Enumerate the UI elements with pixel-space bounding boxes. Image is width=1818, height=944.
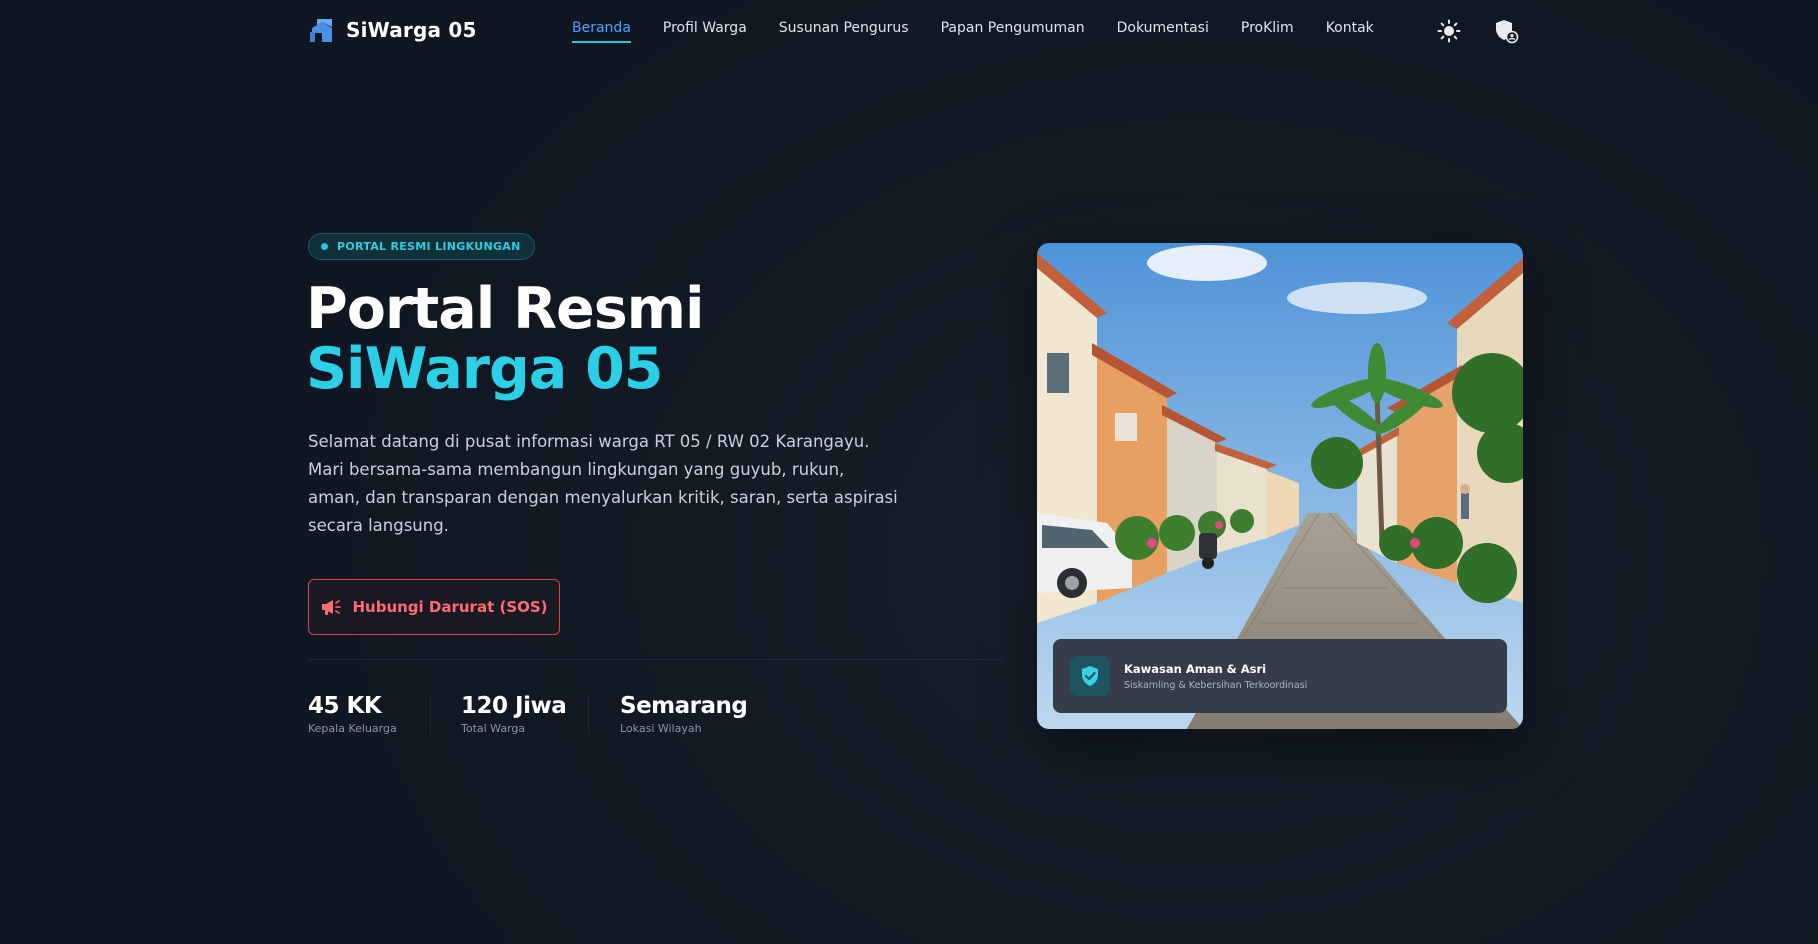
nav-link-papan-pengumuman[interactable]: Papan Pengumuman <box>941 20 1085 43</box>
brand-logo[interactable]: SiWarga 05 <box>308 16 477 44</box>
shield-user-icon[interactable] <box>1493 18 1519 44</box>
hero-description: Selamat datang di pusat informasi warga … <box>308 432 898 535</box>
nav-link-kontak[interactable]: Kontak <box>1326 20 1374 43</box>
stat-value: 45 KK <box>308 693 382 719</box>
sun-icon[interactable] <box>1436 18 1462 44</box>
nav-link-profil-warga[interactable]: Profil Warga <box>663 20 747 43</box>
stat-value: Semarang <box>620 693 748 719</box>
stat-separator <box>588 695 589 735</box>
main-menu: Beranda Profil Warga Susunan Pengurus Pa… <box>572 20 1374 43</box>
stat-value: 120 Jiwa <box>461 693 567 719</box>
stats-divider <box>308 659 1004 660</box>
top-navbar: SiWarga 05 Beranda Profil Warga Susunan … <box>0 0 1818 62</box>
info-card-title: Kawasan Aman & Asri <box>1124 661 1267 676</box>
stat-lokasi-wilayah: Semarang Lokasi Wilayah <box>620 693 748 735</box>
stat-label: Lokasi Wilayah <box>620 722 702 735</box>
house-logo-icon <box>310 19 332 42</box>
sos-button-label: Hubungi Darurat (SOS) <box>352 598 548 616</box>
shield-check-icon <box>1070 656 1110 696</box>
badge-label: PORTAL RESMI LINGKUNGAN <box>337 240 521 253</box>
stat-total-warga: 120 Jiwa Total Warga <box>461 693 567 735</box>
badge-dot-icon <box>321 243 328 250</box>
stat-separator <box>430 695 431 735</box>
info-card: Kawasan Aman & Asri Siskamling & Kebersi… <box>1053 639 1507 713</box>
nav-link-dokumentasi[interactable]: Dokumentasi <box>1117 20 1209 43</box>
info-card-subtitle: Siskamling & Kebersihan Terkoordinasi <box>1124 679 1308 691</box>
megaphone-icon <box>322 600 342 615</box>
sos-button[interactable]: Hubungi Darurat (SOS) <box>308 579 560 635</box>
stat-label: Kepala Keluarga <box>308 722 397 735</box>
nav-link-susunan-pengurus[interactable]: Susunan Pengurus <box>779 20 909 43</box>
nav-link-beranda[interactable]: Beranda <box>572 20 631 43</box>
stat-label: Total Warga <box>461 722 526 735</box>
hero-title-line1: Portal Resmi <box>306 276 705 342</box>
nav-link-proklim[interactable]: ProKlim <box>1241 20 1294 43</box>
portal-badge: PORTAL RESMI LINGKUNGAN <box>308 233 535 260</box>
hero-title-line2: SiWarga 05 <box>306 336 663 402</box>
brand-name: SiWarga 05 <box>346 18 477 42</box>
stat-kepala-keluarga: 45 KK Kepala Keluarga <box>308 693 397 735</box>
